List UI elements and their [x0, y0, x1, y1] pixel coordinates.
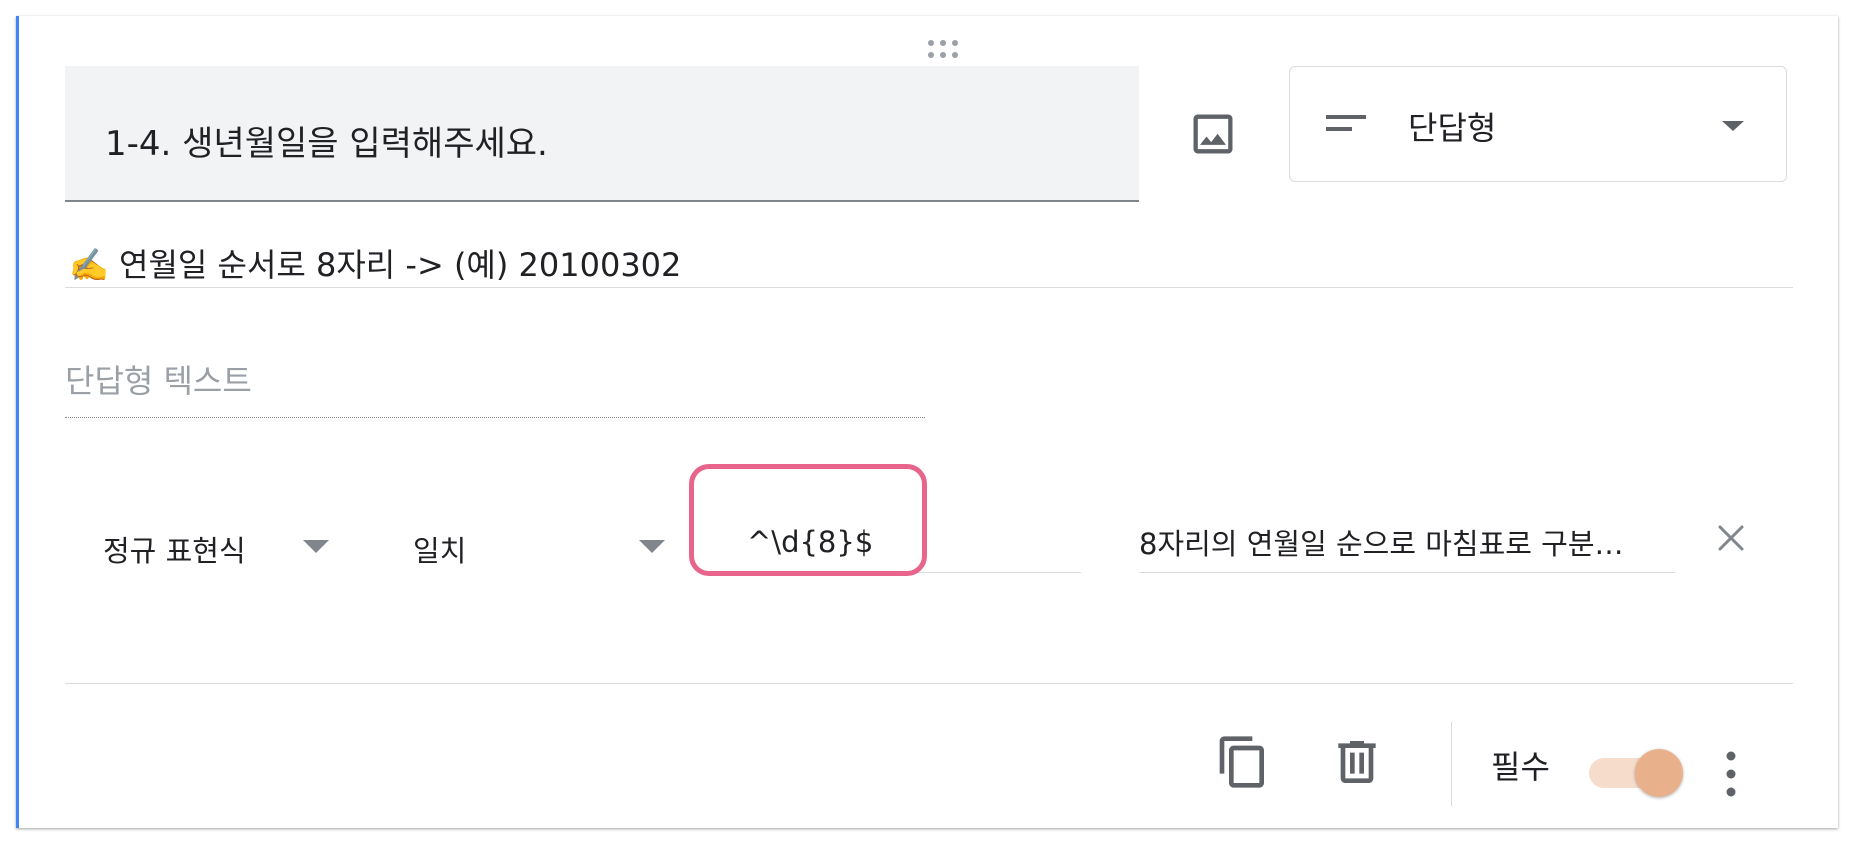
arrow-drop-down-icon	[639, 540, 665, 553]
arrow-drop-down-icon	[303, 540, 329, 553]
short-text-icon	[1326, 115, 1366, 131]
error-text-input[interactable]	[1139, 512, 1675, 573]
close-icon[interactable]	[1711, 518, 1751, 558]
validation-condition-label: 일치	[413, 534, 467, 568]
delete-icon[interactable]	[1329, 734, 1385, 790]
required-label: 필수	[1491, 748, 1550, 786]
more-vert-icon[interactable]	[1719, 748, 1743, 800]
question-type-select[interactable]: 단답형	[1289, 66, 1787, 182]
validation-type-label: 정규 표현식	[103, 534, 246, 568]
question-type-label: 단답형	[1408, 109, 1497, 147]
question-description[interactable]: ✍️ 연월일 순서로 8자리 -> (예) 20100302	[69, 240, 681, 286]
footer-divider	[65, 683, 1793, 684]
arrow-drop-down-icon	[1722, 121, 1744, 131]
drag-handle-icon[interactable]	[923, 38, 963, 60]
question-card: 1-4. 생년월일을 입력해주세요. 단답형 ✍️ 연월일 순서로 8자리 ->…	[16, 16, 1838, 828]
footer-vertical-divider	[1451, 722, 1452, 806]
question-title[interactable]: 1-4. 생년월일을 입력해주세요.	[105, 116, 548, 165]
description-divider	[65, 287, 1793, 288]
toggle-thumb[interactable]	[1635, 749, 1683, 797]
copy-icon[interactable]	[1215, 734, 1271, 790]
highlight-box	[689, 464, 927, 576]
image-icon[interactable]	[1187, 108, 1239, 160]
answer-placeholder: 단답형 텍스트	[65, 362, 252, 400]
question-title-field[interactable]: 1-4. 생년월일을 입력해주세요.	[65, 66, 1139, 202]
answer-underline	[65, 417, 925, 418]
